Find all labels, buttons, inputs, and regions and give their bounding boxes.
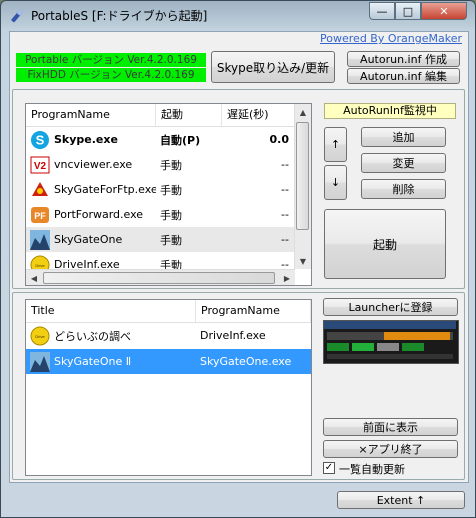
- svg-text:S: S: [36, 132, 45, 147]
- launch-mode-cell: 手動: [160, 158, 182, 172]
- program-row[interactable]: PF PortForward.exe 手動 --: [26, 202, 295, 227]
- program-name-text: Skype.exe: [54, 133, 118, 146]
- launcher-title-cell: Drive どらいぶの調べ: [26, 323, 196, 348]
- skygate-ftp-icon: [30, 180, 50, 200]
- col-launch[interactable]: 起動: [156, 104, 222, 126]
- delay-cell: --: [281, 183, 289, 196]
- skygateone-icon: [30, 351, 50, 372]
- exit-app-button[interactable]: ×アプリ終了: [323, 440, 458, 458]
- program-name-cell: SkyGateForFtp.exe: [26, 177, 156, 202]
- portforward-icon: PF: [30, 205, 50, 225]
- scroll-right-arrow-icon[interactable]: ▶: [279, 270, 295, 285]
- launch-mode-cell: 自動(P): [160, 133, 201, 147]
- program-list[interactable]: ProgramName 起動 遅延(秒) S Skype.exe 自動(P) 0.0 V…: [25, 103, 312, 286]
- program-name-text: PortForward.exe: [54, 208, 144, 221]
- program-row[interactable]: SkyGateOne 手動 --: [26, 227, 295, 252]
- autorun-edit-button[interactable]: Autorun.inf 編集: [347, 68, 460, 84]
- program-list-hscroll[interactable]: ◀ ▶: [26, 269, 295, 285]
- launcher-program-cell: SkyGateOne.exe: [200, 355, 292, 368]
- program-name-cell: PF PortForward.exe: [26, 202, 156, 227]
- scroll-thumb[interactable]: [296, 122, 309, 230]
- window-title: PortableS [F:ドライブから起動]: [31, 9, 208, 23]
- scroll-left-arrow-icon[interactable]: ◀: [26, 270, 42, 285]
- move-up-button[interactable]: ↑: [324, 127, 347, 162]
- program-row[interactable]: SkyGateForFtp.exe 手動 --: [26, 177, 295, 202]
- scroll-up-arrow-icon[interactable]: ▲: [295, 104, 311, 120]
- svg-text:V2: V2: [34, 161, 47, 172]
- program-name-cell: SkyGateOne: [26, 227, 156, 252]
- skygateone-preview-thumbnail: [323, 320, 459, 364]
- program-name-text: vncviewer.exe: [54, 158, 133, 171]
- scroll-down-arrow-icon[interactable]: ▼: [295, 253, 311, 269]
- delay-cell: --: [281, 208, 289, 221]
- col-launcher-program[interactable]: ProgramName: [196, 300, 311, 322]
- minimize-button[interactable]: —: [369, 2, 395, 20]
- auto-refresh-checkbox[interactable]: ✓: [323, 462, 335, 474]
- skype-import-button[interactable]: Skype取り込み/更新: [211, 51, 335, 83]
- autorun-create-button[interactable]: Autorun.inf 作成: [347, 51, 460, 67]
- app-icon: [11, 9, 23, 23]
- autorun-monitor-status: AutoRunInf監視中: [324, 103, 456, 119]
- launcher-row[interactable]: Drive どらいぶの調べ DriveInf.exe: [26, 323, 311, 348]
- portable-version-label: Portable バージョン Ver.4.2.0.169: [16, 53, 206, 67]
- maximize-button[interactable]: □: [395, 2, 421, 20]
- launcher-title-text: どらいぶの調べ: [54, 329, 131, 343]
- col-program-name[interactable]: ProgramName: [26, 104, 156, 126]
- auto-refresh-label: 一覧自動更新: [339, 463, 405, 476]
- launch-mode-cell: 手動: [160, 208, 182, 222]
- add-button[interactable]: 追加: [361, 127, 446, 147]
- fixhdd-version-label: FixHDD バージョン Ver.4.2.0.169: [16, 68, 206, 82]
- delete-button[interactable]: 削除: [361, 179, 446, 199]
- program-row[interactable]: V2 vncviewer.exe 手動 --: [26, 152, 295, 177]
- delay-cell: 0.0: [269, 133, 290, 146]
- program-list-header: ProgramName 起動 遅延(秒): [26, 104, 295, 127]
- program-name-cell: S Skype.exe: [26, 127, 156, 152]
- extent-button[interactable]: Extent ↑: [337, 491, 465, 509]
- move-down-button[interactable]: ↓: [324, 165, 347, 200]
- powered-by-link[interactable]: Powered By OrangeMaker: [320, 32, 462, 45]
- launcher-row[interactable]: SkyGateOne Ⅱ SkyGateOne.exe: [26, 349, 311, 374]
- close-button[interactable]: ✕: [421, 2, 467, 20]
- program-name-cell: V2 vncviewer.exe: [26, 152, 156, 177]
- launcher-list[interactable]: Title ProgramName Drive どらいぶの調べ DriveInf.e…: [25, 299, 312, 476]
- bring-to-front-button[interactable]: 前面に表示: [323, 418, 458, 436]
- program-name-text: SkyGateOne: [54, 233, 123, 246]
- skype-icon: S: [30, 130, 50, 150]
- launch-mode-cell: 手動: [160, 233, 182, 247]
- launcher-program-cell: DriveInf.exe: [200, 329, 266, 342]
- program-list-vscroll[interactable]: ▲ ▼: [294, 104, 311, 269]
- launcher-title-text: SkyGateOne Ⅱ: [54, 355, 132, 368]
- vnc-icon: V2: [30, 155, 50, 175]
- col-delay[interactable]: 遅延(秒): [222, 104, 295, 126]
- svg-text:Drive: Drive: [35, 263, 45, 268]
- client-area: Powered By OrangeMaker Portable バージョン Ve…: [9, 31, 469, 483]
- delay-cell: --: [281, 158, 289, 171]
- change-button[interactable]: 変更: [361, 153, 446, 173]
- col-title[interactable]: Title: [26, 300, 196, 322]
- svg-text:PF: PF: [34, 211, 46, 221]
- program-row[interactable]: S Skype.exe 自動(P) 0.0: [26, 127, 295, 152]
- main-window: PortableS [F:ドライブから起動] — □ ✕ Powered By …: [0, 0, 476, 518]
- launcher-list-header: Title ProgramName: [26, 300, 311, 323]
- launcher-title-cell: SkyGateOne Ⅱ: [26, 349, 196, 374]
- svg-text:Drive: Drive: [35, 334, 45, 339]
- skygateone-icon: [30, 229, 50, 250]
- delay-cell: --: [281, 233, 289, 246]
- program-name-text: SkyGateForFtp.exe: [54, 183, 156, 196]
- title-bar[interactable]: PortableS [F:ドライブから起動] — □ ✕: [1, 1, 475, 29]
- hscroll-thumb[interactable]: [43, 272, 275, 284]
- driveinf-icon: Drive: [30, 326, 50, 346]
- launch-button[interactable]: 起動: [324, 209, 446, 279]
- register-launcher-button[interactable]: Launcherに登録: [323, 298, 458, 316]
- launch-mode-cell: 手動: [160, 183, 182, 197]
